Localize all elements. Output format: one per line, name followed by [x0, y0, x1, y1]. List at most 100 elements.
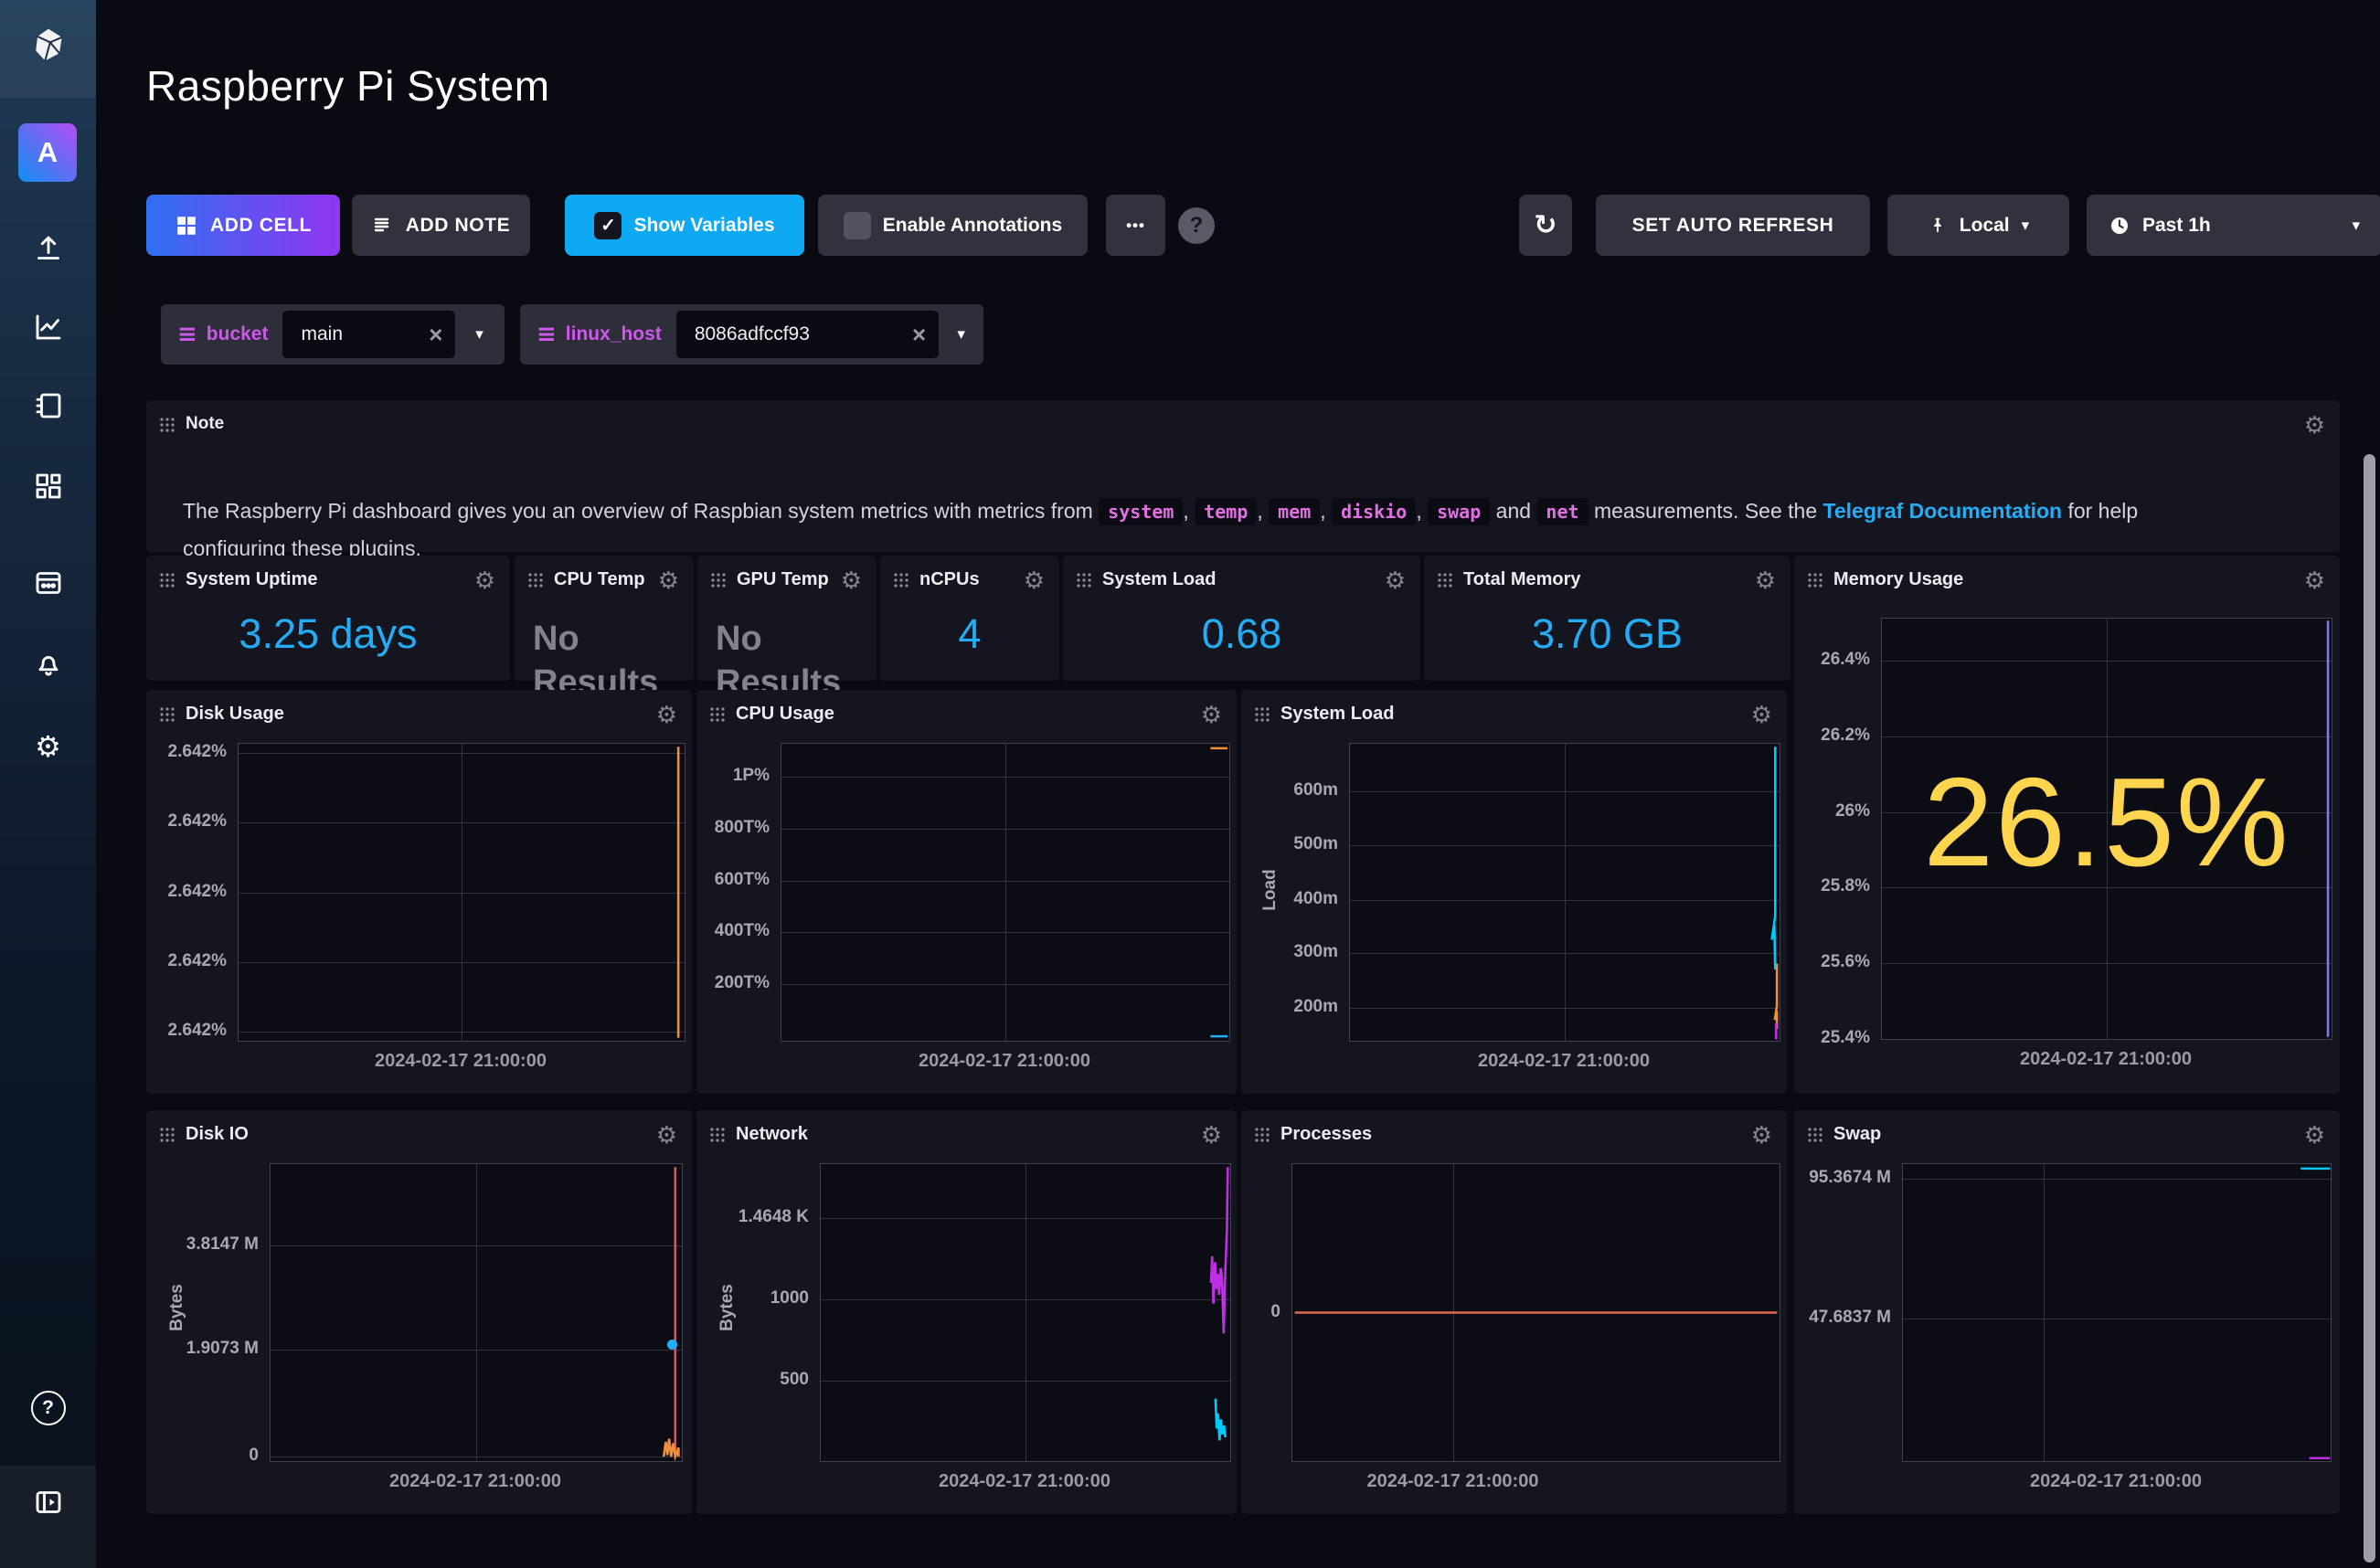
page-title: Raspberry Pi System — [146, 61, 550, 111]
cell-title: Disk Usage — [186, 704, 646, 725]
add-cell-grid-icon — [175, 214, 198, 238]
vertical-scrollbar[interactable] — [2364, 454, 2375, 1563]
y-tick: 1000 — [770, 1288, 809, 1308]
gear-icon[interactable]: ⚙ — [1201, 1124, 1222, 1148]
gear-icon[interactable]: ⚙ — [2304, 414, 2325, 438]
gear-icon[interactable]: ⚙ — [2304, 569, 2325, 593]
gear-icon[interactable]: ⚙ — [2304, 1124, 2325, 1148]
tasks-calendar-icon[interactable] — [32, 567, 65, 599]
y-tick: 200T% — [715, 973, 770, 993]
x-axis-label: 2024-02-17 21:00:00 — [820, 1471, 1229, 1492]
gear-icon[interactable]: ⚙ — [1751, 704, 1772, 727]
gear-icon[interactable]: ⚙ — [658, 569, 679, 593]
avatar[interactable]: A — [18, 123, 77, 182]
drag-handle-icon[interactable] — [893, 572, 909, 588]
drag-handle-icon[interactable] — [1437, 572, 1453, 588]
alerts-bell-icon[interactable] — [32, 647, 65, 680]
drag-handle-icon[interactable] — [709, 706, 726, 723]
dashboards-icon[interactable] — [32, 470, 65, 503]
y-axis-title: Bytes — [717, 1271, 738, 1344]
add-note-button[interactable]: ADD NOTE — [352, 195, 530, 256]
drag-handle-icon[interactable] — [159, 1127, 175, 1143]
disk-io-cell: Disk IO ⚙ Bytes 3.8147 M 1.9073 M 0 2024… — [146, 1110, 692, 1514]
enable-annotations-toggle[interactable]: Enable Annotations — [818, 195, 1088, 256]
gear-icon[interactable]: ⚙ — [656, 704, 677, 727]
drag-handle-icon[interactable] — [1254, 706, 1270, 723]
more-options-button[interactable]: ••• — [1106, 195, 1165, 256]
series-line — [1350, 744, 1780, 1041]
toolbar-help-button[interactable]: ? — [1178, 207, 1215, 244]
y-tick: 1P% — [733, 766, 770, 786]
variable-bucket-input[interactable]: main × — [282, 311, 455, 358]
show-variables-toggle[interactable]: ✓ Show Variables — [565, 195, 804, 256]
variable-linux-host-input[interactable]: 8086adfccf93 × — [676, 311, 939, 358]
drag-handle-icon[interactable] — [710, 572, 727, 588]
variable-bucket-caret-icon[interactable]: ▾ — [455, 325, 503, 344]
notebooks-icon[interactable] — [32, 389, 65, 422]
drag-handle-icon[interactable] — [527, 572, 544, 588]
expand-sidebar-icon[interactable] — [32, 1486, 65, 1519]
variable-bucket-label: bucket — [207, 323, 269, 345]
check-icon: ✓ — [600, 214, 616, 237]
data-point-dot — [667, 1340, 677, 1350]
enable-annotations-checkbox[interactable] — [844, 212, 871, 239]
upload-icon[interactable] — [32, 232, 65, 265]
add-note-label: ADD NOTE — [406, 215, 510, 237]
y-tick: 600T% — [715, 870, 770, 890]
add-cell-label: ADD CELL — [210, 215, 312, 237]
swap-cell: Swap ⚙ 95.3674 M 47.6837 M 2024-02-17 21… — [1794, 1110, 2340, 1514]
gear-icon[interactable]: ⚙ — [1755, 569, 1776, 593]
cell-title: CPU Usage — [736, 704, 1191, 725]
y-tick: 2.642% — [168, 1021, 227, 1041]
plot-area — [1291, 1163, 1780, 1462]
drag-handle-icon[interactable] — [1076, 572, 1092, 588]
drag-handle-icon[interactable] — [1807, 572, 1823, 588]
gear-icon[interactable]: ⚙ — [1751, 1124, 1772, 1148]
refresh-button[interactable]: ↻ — [1519, 195, 1572, 256]
system-uptime-cell: System Uptime ⚙ 3.25 days — [146, 556, 510, 681]
influxdb-logo-icon[interactable] — [28, 26, 69, 66]
add-cell-button[interactable]: ADD CELL — [146, 195, 340, 256]
drag-handle-icon[interactable] — [709, 1127, 726, 1143]
variable-linux-host-clear-icon[interactable]: × — [912, 321, 926, 349]
variable-bucket-clear-icon[interactable]: × — [429, 321, 442, 349]
variable-bucket-value: main — [301, 323, 416, 345]
help-icon[interactable]: ? — [31, 1391, 66, 1425]
x-axis-label: 2024-02-17 21:00:00 — [1349, 1051, 1779, 1072]
y-tick: 25.4% — [1821, 1028, 1870, 1048]
gear-icon[interactable]: ⚙ — [841, 569, 862, 593]
timezone-label: Local — [1960, 215, 2010, 237]
show-variables-checkbox[interactable]: ✓ — [594, 212, 622, 239]
variable-linux-host-caret-icon[interactable]: ▾ — [939, 325, 983, 344]
drag-handle-icon[interactable] — [1807, 1127, 1823, 1143]
variable-bucket-dropdown[interactable]: ≡ bucket main × ▾ — [161, 304, 505, 365]
timezone-caret-icon: ▾ — [2022, 217, 2030, 235]
enable-annotations-label: Enable Annotations — [883, 215, 1062, 237]
series-line — [781, 744, 1229, 1041]
variable-drag-icon: ≡ — [537, 321, 557, 348]
time-range-dropdown[interactable]: Past 1h ▾ — [2087, 195, 2380, 256]
stat-value: 4 — [880, 610, 1059, 658]
gear-icon[interactable]: ⚙ — [1201, 704, 1222, 727]
gear-icon[interactable]: ⚙ — [1385, 569, 1406, 593]
time-range-label: Past 1h — [2142, 215, 2340, 237]
drag-handle-icon[interactable] — [159, 417, 175, 433]
total-memory-cell: Total Memory ⚙ 3.70 GB — [1424, 556, 1790, 681]
measurement-chip: temp — [1195, 498, 1257, 525]
settings-gear-icon[interactable]: ⚙ — [35, 729, 61, 764]
variable-linux-host-dropdown[interactable]: ≡ linux_host 8086adfccf93 × ▾ — [520, 304, 983, 365]
show-variables-label: Show Variables — [633, 215, 774, 237]
drag-handle-icon[interactable] — [159, 572, 175, 588]
drag-handle-icon[interactable] — [1254, 1127, 1270, 1143]
telegraf-documentation-link[interactable]: Telegraf Documentation — [1823, 499, 2063, 523]
pin-icon — [1928, 215, 1948, 237]
gear-icon[interactable]: ⚙ — [656, 1124, 677, 1148]
drag-handle-icon[interactable] — [159, 706, 175, 723]
data-explorer-graph-icon[interactable] — [32, 311, 65, 344]
timezone-dropdown[interactable]: Local ▾ — [1887, 195, 2069, 256]
gear-icon[interactable]: ⚙ — [1024, 569, 1045, 593]
gear-icon[interactable]: ⚙ — [474, 569, 495, 593]
cell-title: Disk IO — [186, 1124, 646, 1145]
set-auto-refresh-button[interactable]: SET AUTO REFRESH — [1596, 195, 1870, 256]
y-tick: 47.6837 M — [1809, 1308, 1891, 1328]
